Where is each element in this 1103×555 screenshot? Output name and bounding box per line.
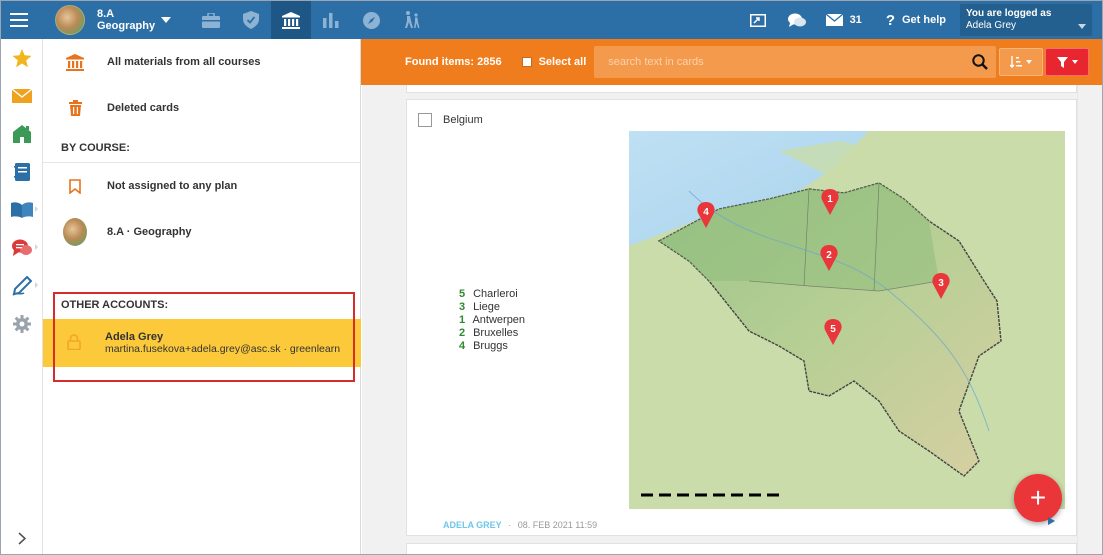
previous-card-edge <box>406 85 1077 93</box>
chat-bubbles-icon[interactable] <box>1 229 43 267</box>
course-class: 8.A <box>97 8 115 20</box>
svg-text:4: 4 <box>703 207 709 218</box>
lock-icon <box>67 333 81 353</box>
course-avatar <box>63 218 87 246</box>
cards-area: Belgium 5 Charleroi 3 Liege 1 Antwerpen … <box>362 85 1102 554</box>
messages-button[interactable]: 31 <box>816 1 872 39</box>
logged-label: You are logged as <box>966 8 1052 19</box>
notebook-icon[interactable] <box>1 153 43 191</box>
chevron-right-icon[interactable] <box>1 526 43 550</box>
course-avatar <box>55 5 85 35</box>
submenu-arrow-icon <box>35 282 39 288</box>
select-all-label: Select all <box>538 56 587 68</box>
course-name: 8.A Geography <box>97 8 155 32</box>
card-footer: ADELA GREY · 08. FEB 2021 11:59 <box>443 520 597 530</box>
sort-button[interactable] <box>999 48 1044 76</box>
screen-share-icon[interactable] <box>738 1 778 39</box>
logged-user: Adela Grey <box>966 20 1017 31</box>
submenu-arrow-icon <box>35 206 39 212</box>
material-card[interactable]: Belgium 5 Charleroi 3 Liege 1 Antwerpen … <box>406 99 1077 536</box>
shield-icon[interactable] <box>231 1 271 39</box>
bookmark-icon <box>63 178 87 194</box>
chat-icon[interactable] <box>778 1 816 39</box>
footer-separator: · <box>508 520 512 530</box>
search-input[interactable]: search text in cards <box>594 46 997 78</box>
course-item-label: 8.A · Geography <box>107 226 192 238</box>
messages-count: 31 <box>849 14 862 26</box>
select-all-checkbox[interactable]: Select all <box>521 56 587 68</box>
card-title: Belgium <box>443 114 483 126</box>
legend-item: 3 Liege <box>459 301 500 313</box>
deleted-cards-label: Deleted cards <box>107 102 180 114</box>
help-button[interactable]: ? Get help <box>872 1 954 39</box>
star-icon[interactable] <box>1 39 43 77</box>
next-card-edge <box>406 543 1077 554</box>
top-bar: 8.A Geography 31 ? Get help You are logg… <box>1 1 1102 39</box>
other-accounts-heading: OTHER ACCOUNTS: <box>61 299 169 311</box>
search-icon[interactable] <box>972 54 989 73</box>
envelope-icon[interactable] <box>1 77 43 115</box>
legend-item: 5 Charleroi <box>459 288 518 300</box>
play-icon[interactable] <box>1048 517 1055 525</box>
legend-item: 4 Bruggs <box>459 340 508 352</box>
other-account-item[interactable]: Adela Grey martina.fusekova+adela.grey@a… <box>43 319 361 367</box>
all-materials-label: All materials from all courses <box>107 56 261 68</box>
course-item-8a-geography[interactable]: 8.A · Geography <box>43 209 360 255</box>
trash-icon <box>63 100 87 116</box>
account-selector[interactable]: You are logged as Adela Grey <box>960 4 1092 36</box>
chevron-down-icon <box>1071 60 1078 64</box>
envelope-icon <box>825 14 843 26</box>
legend-item: 2 Bruxelles <box>459 327 519 339</box>
city-legend: 5 Charleroi 3 Liege 1 Antwerpen 2 Bruxel… <box>459 288 525 353</box>
card-date: 08. FEB 2021 11:59 <box>517 520 598 530</box>
not-assigned-label: Not assigned to any plan <box>107 180 238 192</box>
all-materials-item[interactable]: All materials from all courses <box>43 39 360 85</box>
help-label: Get help <box>901 14 946 26</box>
plus-icon: + <box>1029 482 1047 513</box>
deleted-cards-item[interactable]: Deleted cards <box>43 85 360 131</box>
card-author[interactable]: ADELA GREY <box>443 520 502 530</box>
chevron-down-icon <box>1026 60 1033 64</box>
question-icon: ? <box>885 11 895 29</box>
institution-icon[interactable] <box>271 1 311 39</box>
submenu-arrow-icon <box>35 244 39 250</box>
materials-panel: All materials from all courses Deleted c… <box>43 39 361 554</box>
legend-item: 1 Antwerpen <box>459 314 526 326</box>
search-placeholder: search text in cards <box>608 56 704 68</box>
svg-text:3: 3 <box>938 278 944 289</box>
scrollbar[interactable] <box>1077 85 1078 554</box>
gear-icon[interactable] <box>1 305 43 343</box>
checkbox[interactable] <box>521 57 532 67</box>
svg-text:2: 2 <box>826 250 832 261</box>
chevron-down-icon <box>161 17 172 23</box>
found-items-count: Found items: 2856 <box>405 56 502 68</box>
add-button[interactable]: + <box>1014 474 1062 522</box>
account-email: martina.fusekova+adela.grey@asc.sk · gre… <box>105 343 341 355</box>
course-selector[interactable]: 8.A Geography <box>55 1 183 39</box>
hikers-icon[interactable] <box>391 1 431 39</box>
svg-text:5: 5 <box>830 324 836 335</box>
svg-text:1: 1 <box>827 194 833 205</box>
course-subject: Geography <box>97 20 156 32</box>
open-book-icon[interactable] <box>1 191 43 229</box>
filter-icon <box>1056 56 1068 68</box>
filter-button[interactable] <box>1045 48 1090 76</box>
sort-icon <box>1010 56 1023 68</box>
not-assigned-item[interactable]: Not assigned to any plan <box>43 163 360 209</box>
by-course-heading: BY COURSE: <box>43 131 360 163</box>
belgium-map[interactable]: 1 2 3 4 5 <box>629 131 1065 509</box>
card-checkbox[interactable] <box>418 113 432 127</box>
institution-icon <box>63 53 87 71</box>
pen-icon[interactable] <box>1 267 43 305</box>
home-icon[interactable] <box>1 115 43 153</box>
chevron-down-icon <box>1078 24 1086 29</box>
bar-chart-icon[interactable] <box>311 1 351 39</box>
account-name: Adela Grey <box>105 331 164 343</box>
left-rail <box>1 39 43 554</box>
briefcase-icon[interactable] <box>191 1 231 39</box>
menu-icon[interactable] <box>1 1 37 39</box>
compass-icon[interactable] <box>351 1 391 39</box>
search-toolbar: Found items: 2856 Select all search text… <box>361 39 1102 85</box>
